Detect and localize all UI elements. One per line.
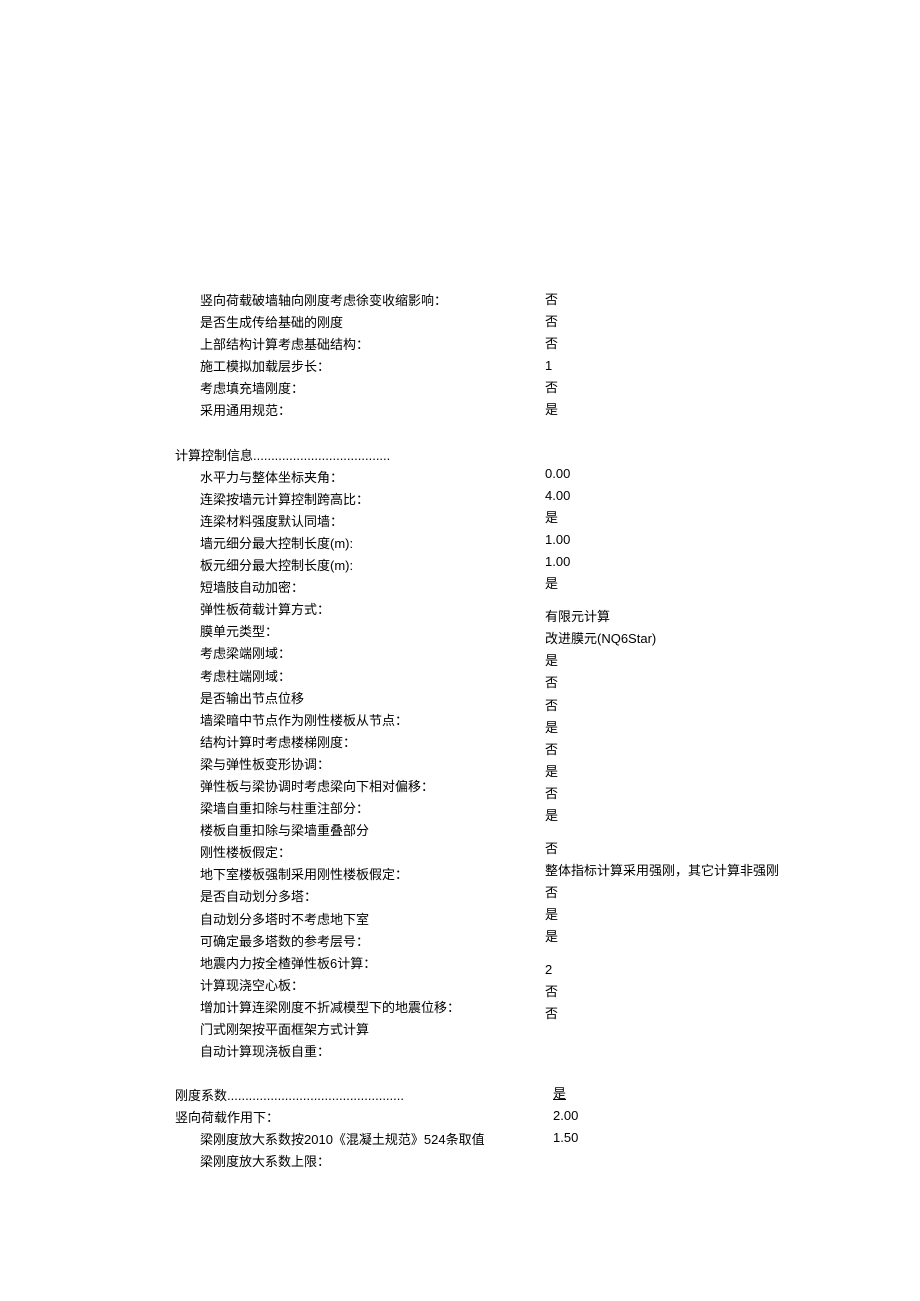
param-value: 否 bbox=[545, 311, 558, 333]
block-1: 竖向荷载破墙轴向刚度考虑徐变收缩影响： 是否生成传给基础的刚度 上部结构计算考虑… bbox=[175, 290, 920, 423]
param-value: 0.00 bbox=[545, 463, 779, 485]
param-value: 否 bbox=[545, 981, 779, 1003]
param-value: 1.00 bbox=[545, 529, 779, 551]
param-label: 自动计算现浇板自重： bbox=[175, 1041, 920, 1063]
param-value: 是 bbox=[545, 926, 779, 948]
param-value: 2 bbox=[545, 959, 779, 981]
param-value: 是 bbox=[545, 904, 779, 926]
param-value: 4.00 bbox=[545, 485, 779, 507]
param-value: 否 bbox=[545, 882, 779, 904]
param-value: 否 bbox=[545, 838, 779, 860]
param-value: 是 bbox=[545, 399, 558, 421]
param-value: 是 bbox=[545, 650, 779, 672]
param-label: 施工模拟加载层步长： bbox=[175, 356, 525, 378]
param-value: 否 bbox=[545, 289, 558, 311]
param-value: 1.00 bbox=[545, 551, 779, 573]
section-header: 刚度系数 bbox=[175, 1085, 920, 1107]
param-value: 是 bbox=[553, 1083, 578, 1105]
param-label: 上部结构计算考虑基础结构： bbox=[175, 334, 525, 356]
param-label: 梁刚度放大系数上限： bbox=[175, 1151, 920, 1173]
param-value: 否 bbox=[545, 1003, 779, 1025]
param-value: 改进膜元(NQ6Star) bbox=[545, 628, 779, 650]
block-3: 刚度系数 竖向荷载作用下： 梁刚度放大系数按2010《混凝土规范》524条取值 … bbox=[175, 1085, 920, 1173]
param-value: 否 bbox=[545, 739, 779, 761]
block-2: 计算控制信息 水平力与整体坐标夹角： 连梁按墙元计算控制跨高比： 连梁材料强度默… bbox=[175, 445, 920, 1064]
param-label: 考虑填充墙刚度： bbox=[175, 378, 525, 400]
param-value: 2.00 bbox=[553, 1105, 578, 1127]
param-value: 是 bbox=[545, 573, 779, 595]
param-value: 否 bbox=[545, 377, 558, 399]
param-value: 整体指标计算采用强刚，其它计算非强刚 bbox=[545, 860, 779, 882]
param-value: 否 bbox=[545, 695, 779, 717]
param-label: 竖向荷载破墙轴向刚度考虑徐变收缩影响： bbox=[175, 290, 525, 312]
param-label: 采用通用规范： bbox=[175, 400, 525, 422]
param-value: 是 bbox=[545, 507, 779, 529]
sub-header: 竖向荷载作用下： bbox=[175, 1107, 920, 1129]
param-value: 否 bbox=[545, 783, 779, 805]
param-value: 否 bbox=[545, 672, 779, 694]
param-value: 有限元计算 bbox=[545, 606, 779, 628]
param-value: 1.50 bbox=[553, 1127, 578, 1149]
param-value: 否 bbox=[545, 333, 558, 355]
param-label: 是否生成传给基础的刚度 bbox=[175, 312, 525, 334]
param-value: 是 bbox=[545, 761, 779, 783]
param-value: 是 bbox=[545, 717, 779, 739]
param-value: 是 bbox=[545, 805, 779, 827]
param-label: 梁刚度放大系数按2010《混凝土规范》524条取值 bbox=[175, 1129, 920, 1151]
param-value: 1 bbox=[545, 355, 558, 377]
